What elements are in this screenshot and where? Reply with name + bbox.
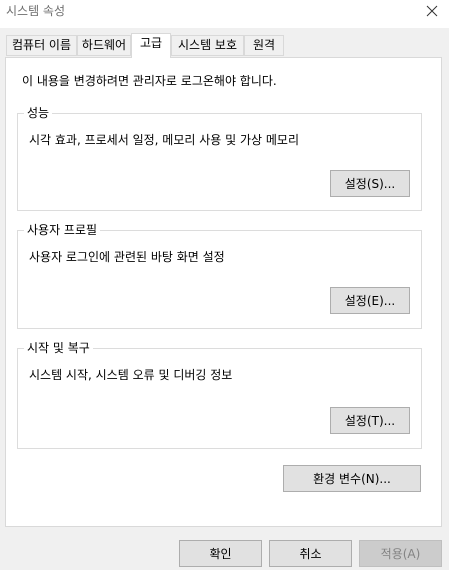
user-profiles-title: 사용자 프로필	[24, 223, 101, 237]
tab-hardware[interactable]: 하드웨어	[77, 35, 131, 56]
startup-recovery-description: 시스템 시작, 시스템 오류 및 디버깅 정보	[29, 368, 233, 382]
tab-advanced[interactable]: 고급	[131, 33, 171, 58]
advanced-tab-panel: 이 내용을 변경하려면 관리자로 로그온해야 합니다. 성능 시각 효과, 프로…	[5, 57, 442, 527]
tab-system-protection[interactable]: 시스템 보호	[171, 35, 244, 56]
user-profiles-settings-button[interactable]: 설정(E)...	[330, 287, 410, 314]
user-profiles-description: 사용자 로그인에 관련된 바탕 화면 설정	[29, 250, 225, 264]
window-title: 시스템 속성	[6, 4, 66, 18]
close-icon	[426, 5, 438, 17]
ok-button[interactable]: 확인	[179, 540, 262, 567]
title-bar: 시스템 속성	[0, 0, 449, 28]
performance-group: 성능 시각 효과, 프로세서 일정, 메모리 사용 및 가상 메모리 설정(S)…	[17, 106, 422, 211]
cancel-button[interactable]: 취소	[269, 540, 352, 567]
performance-settings-button[interactable]: 설정(S)...	[330, 170, 410, 197]
tab-remote[interactable]: 원격	[244, 35, 284, 56]
admin-notice: 이 내용을 변경하려면 관리자로 로그온해야 합니다.	[22, 74, 277, 88]
environment-variables-button[interactable]: 환경 변수(N)...	[283, 465, 421, 492]
startup-recovery-settings-button[interactable]: 설정(T)...	[330, 407, 410, 434]
user-profiles-group: 사용자 프로필 사용자 로그인에 관련된 바탕 화면 설정 설정(E)...	[17, 223, 422, 329]
performance-title: 성능	[24, 106, 53, 120]
performance-description: 시각 효과, 프로세서 일정, 메모리 사용 및 가상 메모리	[29, 133, 299, 147]
tab-computer-name[interactable]: 컴퓨터 이름	[6, 35, 77, 56]
startup-recovery-group: 시작 및 복구 시스템 시작, 시스템 오류 및 디버깅 정보 설정(T)...	[17, 341, 422, 449]
startup-recovery-title: 시작 및 복구	[24, 341, 93, 355]
apply-button[interactable]: 적용(A)	[359, 540, 442, 567]
close-button[interactable]	[415, 0, 449, 22]
